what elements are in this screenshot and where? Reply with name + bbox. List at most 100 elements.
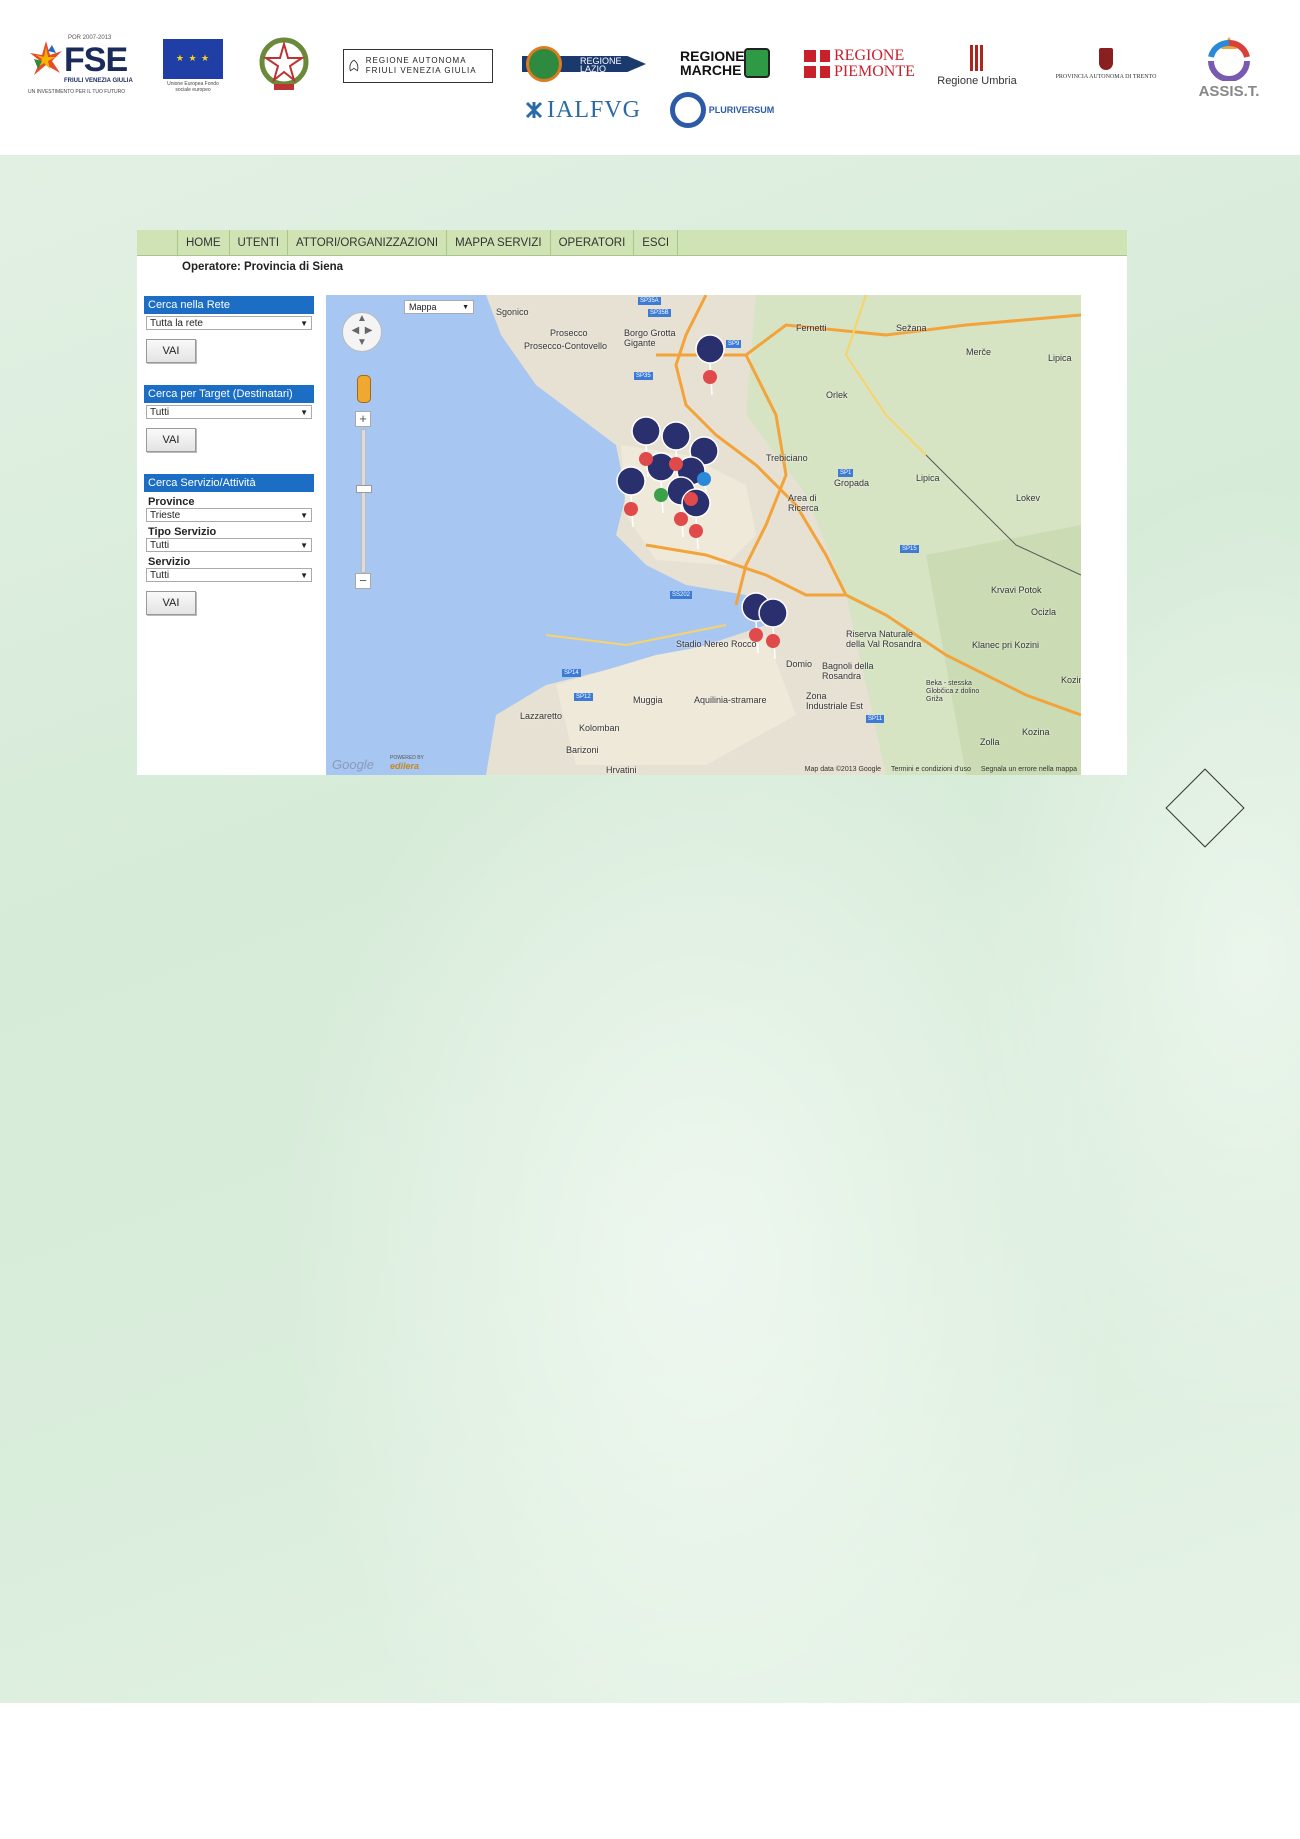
tipo-servizio-label: Tipo Servizio <box>148 526 217 538</box>
place-label: Riserva Naturale della Val Rosandra <box>846 629 922 649</box>
regione-fvg-text: REGIONE AUTONOMA FRIULI VENEZIA GIULIA <box>365 56 477 75</box>
chevron-down-icon: ▼ <box>300 541 308 550</box>
place-label: Krvavi Potok <box>991 585 1042 595</box>
lazio-text: REGIONE LAZIO <box>580 56 622 74</box>
trento-text: PROVINCIA AUTONOMA DI TRENTO <box>1055 74 1157 80</box>
street-view-pegman-icon[interactable] <box>357 375 371 403</box>
servizio-vai-button[interactable]: VAI <box>146 591 196 615</box>
tipo-servizio-select-value: Tutti <box>150 540 170 551</box>
zoom-slider[interactable] <box>361 429 366 573</box>
nav-attori-organizzazioni[interactable]: ATTORI/ORGANIZZAZIONI <box>287 230 446 255</box>
google-logo[interactable]: Google <box>332 757 374 772</box>
fse-logo: POR 2007-2013 FSE FRIULI VENEZIA GIULIA … <box>28 35 134 95</box>
fse-star-icon <box>30 41 62 75</box>
regione-marche-logo: REGIONE MARCHE <box>680 46 770 80</box>
rete-select[interactable]: Tutta la rete ▼ <box>146 316 312 330</box>
target-select-value: Tutti <box>150 407 170 418</box>
place-label: Orlek <box>826 390 848 400</box>
servizio-select[interactable]: Tutti ▼ <box>146 568 312 582</box>
rete-select-value: Tutta la rete <box>150 318 203 329</box>
zoom-slider-thumb[interactable] <box>356 485 372 493</box>
map-pan-control[interactable]: ▲ ◀ ▶ ▼ <box>342 312 382 352</box>
pluriversum-circle-icon <box>669 92 706 128</box>
province-select[interactable]: Trieste ▼ <box>146 508 312 522</box>
regione-piemonte-logo: REGIONE PIEMONTE <box>804 47 915 81</box>
nav-home[interactable]: HOME <box>177 230 229 255</box>
powered-by-logo: POWERED BY edilera <box>390 755 424 771</box>
piemonte-text: REGIONE PIEMONTE <box>834 47 915 80</box>
regione-lazio-logo: REGIONE LAZIO <box>522 46 646 82</box>
place-label: Prosecco <box>550 328 588 338</box>
place-label: Klanec pri Kozini <box>972 640 1040 650</box>
zoom-out-button[interactable]: − <box>355 573 371 589</box>
ialfvg-logo: IALFVG <box>522 95 644 125</box>
fse-tag-text: UN INVESTIMENTO PER IL TUO FUTURO <box>28 89 126 95</box>
operator-label: Operatore: Provincia di Siena <box>182 261 344 273</box>
regione-umbria-logo: Regione Umbria <box>931 42 1023 90</box>
panel-cerca-target-title: Cerca per Target (Destinatari) <box>144 385 314 403</box>
nav-operatori[interactable]: OPERATORI <box>549 230 634 255</box>
place-label: Kolomban <box>579 723 620 733</box>
map-terms-link[interactable]: Termini e condizioni d'uso <box>891 766 971 773</box>
servizio-select-value: Tutti <box>150 570 170 581</box>
umbria-text: Regione Umbria <box>937 75 1017 87</box>
target-vai-button[interactable]: VAI <box>146 428 196 452</box>
place-label: Aquilinia-stramare <box>694 695 767 705</box>
italian-emblem-logo <box>258 34 310 94</box>
assist-text: ASSIS.T. <box>1198 82 1260 100</box>
place-label: Merče <box>966 347 992 357</box>
map-report-error-link[interactable]: Segnala un errore nella mappa <box>981 766 1077 773</box>
ialfvg-mark-icon <box>525 101 543 119</box>
chevron-down-icon: ▼ <box>300 408 308 417</box>
map-data-credit: Map data ©2013 Google <box>804 766 882 773</box>
road-tag: SP1 <box>838 469 854 477</box>
map-type-value: Mappa <box>409 302 437 312</box>
chevron-left-icon: ◀ <box>351 325 360 336</box>
road-tag: SP14 <box>562 669 581 677</box>
place-label: Kozina <box>1022 727 1050 737</box>
target-select[interactable]: Tutti ▼ <box>146 405 312 419</box>
place-label: Sežana <box>896 323 927 333</box>
eu-logo: ★ ★ ★ Unione Europea Fondo sociale europ… <box>163 37 223 94</box>
eu-flag-icon: ★ ★ ★ <box>163 38 223 79</box>
nav-esci[interactable]: ESCI <box>633 230 679 255</box>
place-label: Lokev <box>1016 493 1041 503</box>
place-label: Stadio Nereo Rocco <box>676 639 757 649</box>
powered-by-brand: edilera <box>390 761 420 771</box>
logo-bar: POR 2007-2013 FSE FRIULI VENEZIA GIULIA … <box>0 0 1300 155</box>
province-select-value: Trieste <box>150 510 181 521</box>
tipo-servizio-select[interactable]: Tutti ▼ <box>146 538 312 552</box>
trento-shield-icon <box>1099 48 1113 70</box>
place-label: Bagnoli della Rosandra <box>822 661 874 681</box>
province-label: Province <box>148 496 195 508</box>
chevron-right-icon: ▶ <box>364 325 373 336</box>
zoom-in-button[interactable]: + <box>355 411 371 427</box>
road-tag: SP9 <box>726 340 742 348</box>
chevron-down-icon: ▼ <box>300 571 308 580</box>
panel-cerca-rete-title: Cerca nella Rete <box>144 296 314 314</box>
chevron-down-icon: ▼ <box>462 304 469 311</box>
fse-sub-text: FRIULI VENEZIA GIULIA <box>64 78 133 84</box>
piemonte-flag-icon <box>804 50 832 78</box>
chevron-down-icon: ▼ <box>300 319 308 328</box>
road-tag: SS202 <box>670 591 693 599</box>
services-map[interactable]: SP35A SP35B SP9 SP35 SP1 SP15 SS202 SP14… <box>326 295 1081 775</box>
rete-vai-button[interactable]: VAI <box>146 339 196 363</box>
place-label: Beka - stesska Globčica z dolino Griža <box>926 680 980 703</box>
place-label: Hrvatini <box>606 765 637 775</box>
nav-mappa-servizi[interactable]: MAPPA SERVIZI <box>446 230 550 255</box>
servizio-label: Servizio <box>148 556 191 568</box>
map-type-select[interactable]: Mappa ▼ <box>404 300 474 314</box>
fse-big-text: FSE <box>64 41 128 79</box>
lazio-emblem-icon <box>526 46 562 82</box>
ialfvg-text: IALFVG <box>547 96 641 123</box>
nav-utenti[interactable]: UTENTI <box>228 230 288 255</box>
chevron-down-icon: ▼ <box>300 511 308 520</box>
place-label: Lipica <box>1048 353 1072 363</box>
place-label: Muggia <box>633 695 663 705</box>
main-nav: HOME UTENTI ATTORI/ORGANIZZAZIONI MAPPA … <box>137 230 1127 256</box>
place-label: Sgonico <box>496 307 529 317</box>
search-sidebar: Cerca nella Rete Tutta la rete ▼ VAI Cer… <box>144 296 314 615</box>
assist-arrows-icon <box>1208 36 1250 81</box>
place-label: Gropada <box>834 478 870 488</box>
